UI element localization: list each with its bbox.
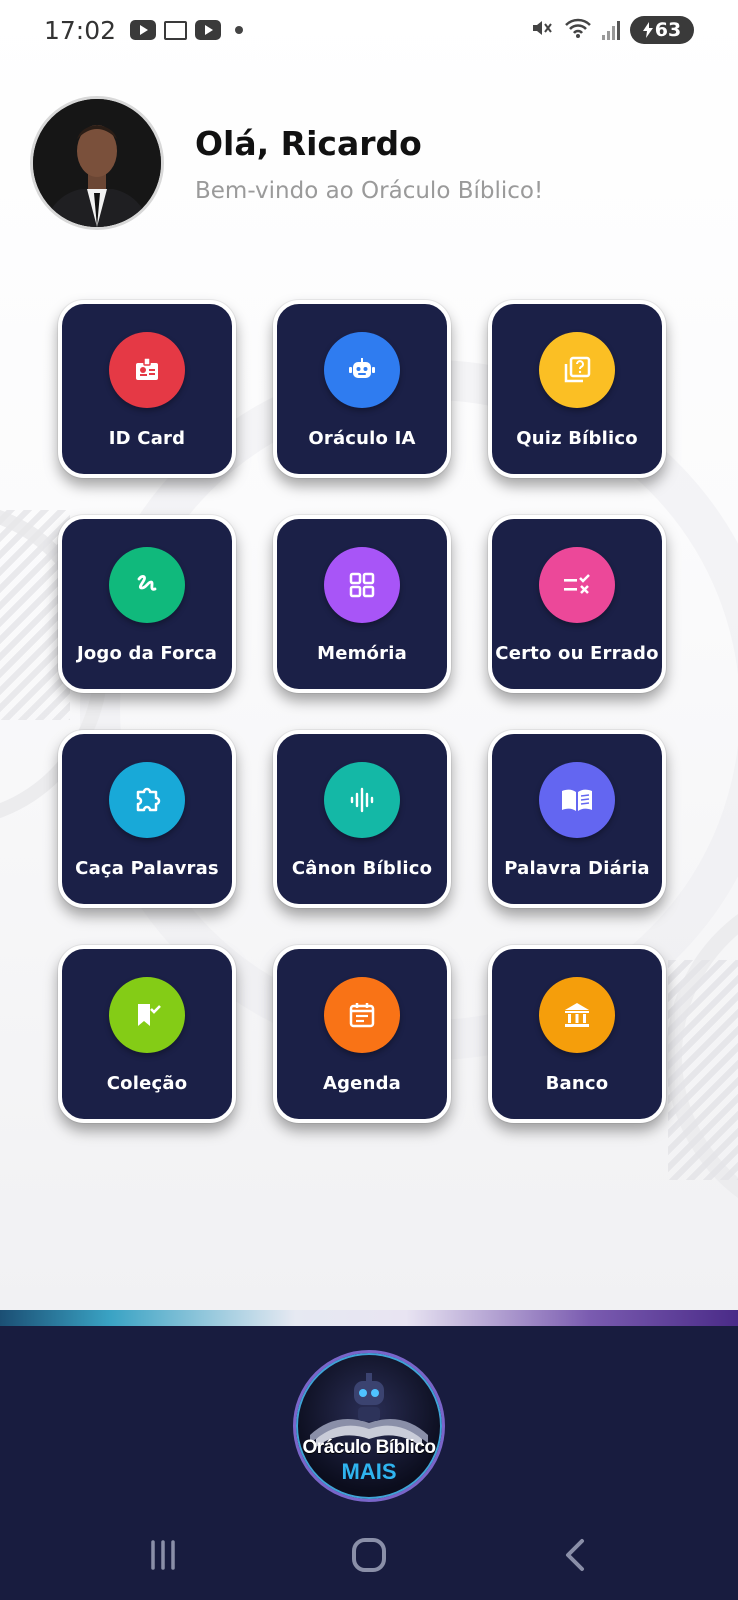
- menu-tile-id-card[interactable]: ID Card: [58, 300, 236, 478]
- charging-icon: [642, 22, 653, 38]
- avatar[interactable]: [30, 96, 164, 230]
- id-badge-icon: [109, 332, 185, 408]
- status-bar: 17:02 63: [0, 0, 738, 60]
- menu-tile-agenda[interactable]: Agenda: [273, 945, 451, 1123]
- more-notifications-dot: [235, 26, 244, 34]
- book-icon: [539, 762, 615, 838]
- avatar-photo: [33, 99, 161, 227]
- menu-tile-label: Caça Palavras: [75, 858, 219, 879]
- menu-tile-oraculo-ia[interactable]: Oráculo IA: [273, 300, 451, 478]
- recent-apps-button[interactable]: [123, 1525, 203, 1585]
- logo-title: Oráculo Bíblico: [302, 1437, 436, 1458]
- calendar-icon: [324, 977, 400, 1053]
- grid-icon: [324, 547, 400, 623]
- wifi-icon: [564, 17, 592, 43]
- footer: Oráculo Bíblico MAIS: [0, 1310, 738, 1600]
- menu-tile-memoria[interactable]: Memória: [273, 515, 451, 693]
- battery-indicator: 63: [630, 16, 694, 44]
- menu-tile-jogo-da-forca[interactable]: Jogo da Forca: [58, 515, 236, 693]
- menu-tile-label: Memória: [317, 643, 407, 664]
- status-left: 17:02: [44, 15, 244, 45]
- menu-tile-label: Palavra Diária: [504, 858, 650, 879]
- menu-tile-caca-palavras[interactable]: Caça Palavras: [58, 730, 236, 908]
- menu-tile-label: Quiz Bíblico: [516, 428, 638, 449]
- battery-level: 63: [654, 19, 682, 41]
- footer-gradient-bar: [0, 1310, 738, 1326]
- recent-apps-icon: [151, 1540, 175, 1570]
- menu-tile-colecao[interactable]: Coleção: [58, 945, 236, 1123]
- home-button[interactable]: [329, 1525, 409, 1585]
- logo-subtitle: MAIS: [341, 1459, 397, 1484]
- robot-icon: [324, 332, 400, 408]
- menu-tile-label: Banco: [545, 1073, 609, 1094]
- menu-tile-palavra-diaria[interactable]: Palavra Diária: [488, 730, 666, 908]
- menu-tile-quiz-biblico[interactable]: Quiz Bíblico: [488, 300, 666, 478]
- gesture-icon: [109, 547, 185, 623]
- welcome-subtitle: Bem-vindo ao Oráculo Bíblico!: [195, 178, 544, 204]
- status-right: 63: [530, 16, 694, 44]
- bookmark-check-icon: [109, 977, 185, 1053]
- menu-tile-label: Certo ou Errado: [495, 643, 659, 664]
- menu-tile-label: Coleção: [106, 1073, 188, 1094]
- menu-tile-label: Agenda: [322, 1073, 402, 1094]
- mute-icon: [530, 17, 554, 43]
- status-time: 17:02: [44, 15, 117, 45]
- quiz-icon: [539, 332, 615, 408]
- home-icon: [352, 1538, 386, 1572]
- youtube-icon: [130, 20, 157, 40]
- checklist-icon: [539, 547, 615, 623]
- app-logo[interactable]: Oráculo Bíblico MAIS: [293, 1350, 445, 1502]
- back-button[interactable]: [535, 1525, 615, 1585]
- bank-icon: [539, 977, 615, 1053]
- menu-tile-banco[interactable]: Banco: [488, 945, 666, 1123]
- youtube-icon: [195, 20, 222, 40]
- menu-tile-label: Jogo da Forca: [76, 643, 218, 664]
- menu-tile-canon-biblico[interactable]: Cânon Bíblico: [273, 730, 451, 908]
- audio-wave-icon: [324, 762, 400, 838]
- menu-tile-label: ID Card: [108, 428, 186, 449]
- menu-tile-label: Oráculo IA: [308, 428, 416, 449]
- menu-tile-label: Cânon Bíblico: [291, 858, 433, 879]
- menu-grid: ID Card Oráculo IA Quiz Bíblico Jogo da …: [58, 300, 682, 1123]
- back-icon: [566, 1539, 584, 1571]
- menu-tile-certo-ou-errado[interactable]: Certo ou Errado: [488, 515, 666, 693]
- calendar-icon: [164, 20, 188, 40]
- greeting-title: Olá, Ricardo: [195, 124, 422, 163]
- system-nav-bar: [0, 1510, 738, 1600]
- signal-icon: [602, 20, 620, 40]
- puzzle-icon: [109, 762, 185, 838]
